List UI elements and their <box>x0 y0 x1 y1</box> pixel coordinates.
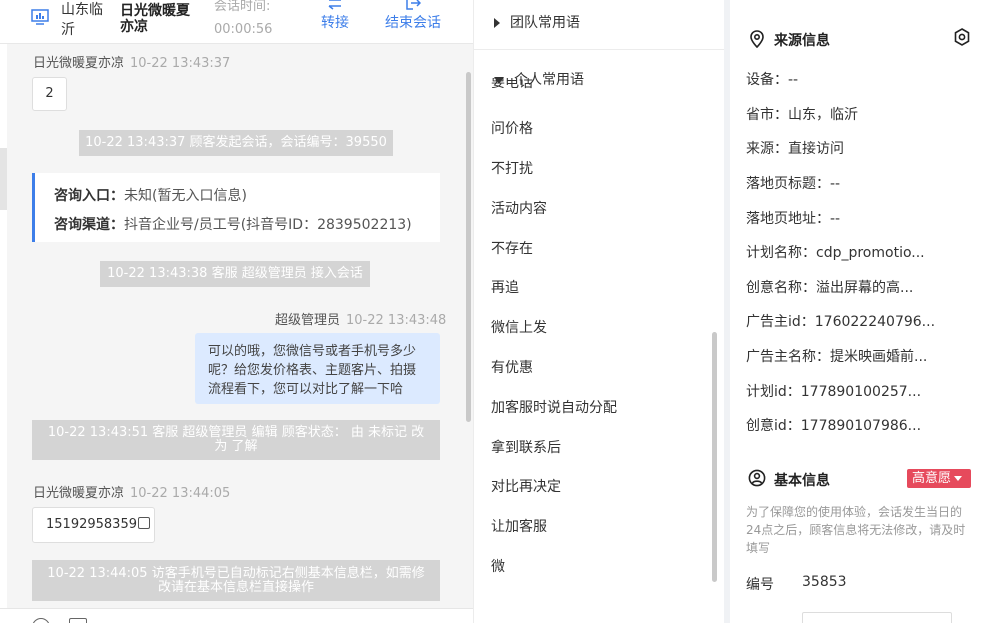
consult-entry-key: 咨询入口： <box>54 188 124 204</box>
phrase-item[interactable]: 活动内容 <box>491 198 547 218</box>
message-sender: 超级管理员 10-22 13:43:48 <box>275 309 446 328</box>
device-field: 设备：-- <box>746 72 799 88</box>
consult-channel-row: 咨询渠道：抖音企业号/员工号(抖音号ID：2839502213) <box>54 214 412 234</box>
image-icon[interactable] <box>69 618 87 623</box>
left-edge-tab <box>0 148 7 210</box>
message-line: 呢？给您发价格表、主题客片、拍摄 <box>208 363 417 378</box>
phrase-item[interactable]: 微 <box>491 556 505 576</box>
message-list[interactable]: 日光微暖夏亦凉 10-22 13:43:37 2 10-22 13:43:37 顾… <box>7 44 473 608</box>
transfer-icon <box>328 0 341 10</box>
end-session-label: 结束会话 <box>385 15 441 31</box>
message-time: 10-22 13:44:05 <box>130 486 231 501</box>
sender-name: 日光微暖夏亦凉 <box>33 56 125 71</box>
basic-info-title: 基本信息 <box>774 473 830 489</box>
divider <box>474 49 724 50</box>
phrase-item[interactable]: 再追 <box>491 277 519 297</box>
system-message: 10-22 13:43:51 客服 超级管理员 编辑 顾客状态： 由 未标记 改… <box>32 420 440 460</box>
user-circle-icon <box>748 469 766 487</box>
outgoing-message: 可以的哦，您微信号或者手机号多少 呢？给您发价格表、主题客片、拍摄 流程看下，您… <box>195 333 440 404</box>
team-phrases-group[interactable]: 团队常用语 <box>494 12 580 32</box>
landing-title-field: 落地页标题：-- <box>746 176 841 192</box>
intent-level-value: 高意愿 <box>912 471 952 486</box>
system-message: 10-22 13:43:37 顾客发起会话，会话编号：39550 <box>79 130 393 156</box>
phrase-item[interactable]: 有优惠 <box>491 357 533 377</box>
sender-name: 超级管理员 <box>275 313 341 328</box>
source-info-title: 来源信息 <box>774 33 830 49</box>
system-message-line: 为 了解 <box>214 439 258 454</box>
phrase-item[interactable]: 微信上发 <box>491 317 547 337</box>
exit-icon <box>406 0 421 10</box>
system-message-line: 10-22 13:44:05 访客手机号已自动标记右侧基本信息栏，如需修 <box>47 566 425 581</box>
session-time-label: 会话时间: <box>214 0 271 14</box>
system-message: 10-22 13:44:05 访客手机号已自动标记右侧基本信息栏，如需修 改请在… <box>32 560 440 601</box>
plan-name-field: 计划名称：cdp_promotio... <box>746 245 925 261</box>
edit-deadline-hint: 为了保障您的使用体验，会话发生当日的24点之后，顾客信息将无法修改，请及时填写 <box>746 505 966 555</box>
customer-name: 日光微暖夏亦凉 <box>120 3 190 35</box>
plan-id-field: 计划id：177890100257... <box>746 384 922 400</box>
province-field: 省市：山东，临沂 <box>746 107 858 123</box>
phrase-item[interactable]: 让加客服 <box>491 516 547 536</box>
phone-number-text: 15192958359 <box>46 517 137 532</box>
creative-name-field: 创意名称：溢出屏幕的高... <box>746 280 914 296</box>
source-field: 来源：直接访问 <box>746 141 844 157</box>
consult-channel-key: 咨询渠道： <box>54 217 124 233</box>
sender-name: 日光微暖夏亦凉 <box>33 486 125 501</box>
customer-location: 山东临沂 <box>61 2 103 38</box>
chat-header: 山东临沂 日光微暖夏亦凉 会话时间: 00:00:56 转接 结束会话 <box>0 0 473 44</box>
caret-right-icon <box>494 18 500 28</box>
landing-url-field: 落地页地址：-- <box>746 211 841 227</box>
phrase-item[interactable]: 对比再决定 <box>491 476 561 496</box>
caret-down-icon <box>954 476 963 481</box>
consult-entry-value: 未知(暂无入口信息) <box>124 188 247 204</box>
message-time: 10-22 13:43:37 <box>130 56 231 71</box>
intent-level-dropdown[interactable]: 高意愿 <box>907 469 971 488</box>
copy-icon[interactable] <box>137 517 150 529</box>
system-message-line: 改请在基本信息栏直接操作 <box>157 580 314 595</box>
message-sender: 日光微暖夏亦凉 10-22 13:43:37 <box>33 52 230 71</box>
phrase-item[interactable]: 不存在 <box>491 238 533 258</box>
chat-panel: 山东临沂 日光微暖夏亦凉 会话时间: 00:00:56 转接 结束会话 日光微暖… <box>0 0 473 623</box>
phrase-item[interactable]: 拿到联系后 <box>491 437 561 457</box>
chat-scrollbar[interactable] <box>466 72 471 422</box>
phrase-item[interactable]: 问价格 <box>491 118 533 138</box>
location-pin-icon <box>750 30 764 48</box>
quick-phrase-panel: 团队常用语 个人常用语 要电话 问价格 不打扰 活动内容 不存在 再追 微信上发… <box>473 0 724 623</box>
system-message-line: 10-22 13:43:51 客服 超级管理员 编辑 顾客状态： 由 未标记 改 <box>47 425 425 440</box>
transfer-label: 转接 <box>321 15 349 31</box>
emoji-icon[interactable] <box>32 618 50 623</box>
customer-number-value: 35853 <box>802 574 847 590</box>
partial-input-field[interactable] <box>802 612 952 623</box>
message-sender: 日光微暖夏亦凉 10-22 13:44:05 <box>33 482 230 501</box>
advertiser-name-field: 广告主名称：提米映画婚前... <box>746 349 928 365</box>
incoming-message: 15192958359 <box>32 507 155 543</box>
input-toolbar <box>0 608 473 623</box>
system-message: 10-22 13:43:38 客服 超级管理员 接入会话 <box>100 261 370 287</box>
incoming-message: 2 <box>32 77 67 111</box>
transfer-button[interactable]: 转接 <box>318 0 352 32</box>
phrase-list: 问价格 不打扰 活动内容 不存在 再追 微信上发 有优惠 加客服时说自动分配 拿… <box>491 92 711 612</box>
creative-id-field: 创意id：177890107986... <box>746 418 922 434</box>
monitor-icon <box>31 9 49 25</box>
message-time: 10-22 13:43:48 <box>346 313 447 328</box>
customer-number-label: 编号 <box>746 577 774 593</box>
message-line: 流程看下，您可以对比了解一下哈 <box>208 382 404 397</box>
session-time-value: 00:00:56 <box>214 22 273 37</box>
customer-info-panel: 来源信息 设备：-- 省市：山东，临沂 来源：直接访问 落地页标题：-- 落地页… <box>724 0 997 623</box>
phrase-item[interactable]: 加客服时说自动分配 <box>491 397 617 417</box>
settings-icon[interactable] <box>952 27 972 47</box>
consult-entry-row: 咨询入口：未知(暂无入口信息) <box>54 185 247 205</box>
phrase-scrollbar[interactable] <box>712 332 717 582</box>
consult-channel-value: 抖音企业号/员工号(抖音号ID：2839502213) <box>124 217 412 233</box>
phrase-item[interactable]: 不打扰 <box>491 158 533 178</box>
team-phrases-label: 团队常用语 <box>510 15 580 31</box>
consult-info-card: 咨询入口：未知(暂无入口信息) 咨询渠道：抖音企业号/员工号(抖音号ID：283… <box>32 173 440 242</box>
end-session-button[interactable]: 结束会话 <box>382 0 444 32</box>
advertiser-id-field: 广告主id：176022240796... <box>746 314 936 330</box>
message-line: 可以的哦，您微信号或者手机号多少 <box>208 344 417 359</box>
